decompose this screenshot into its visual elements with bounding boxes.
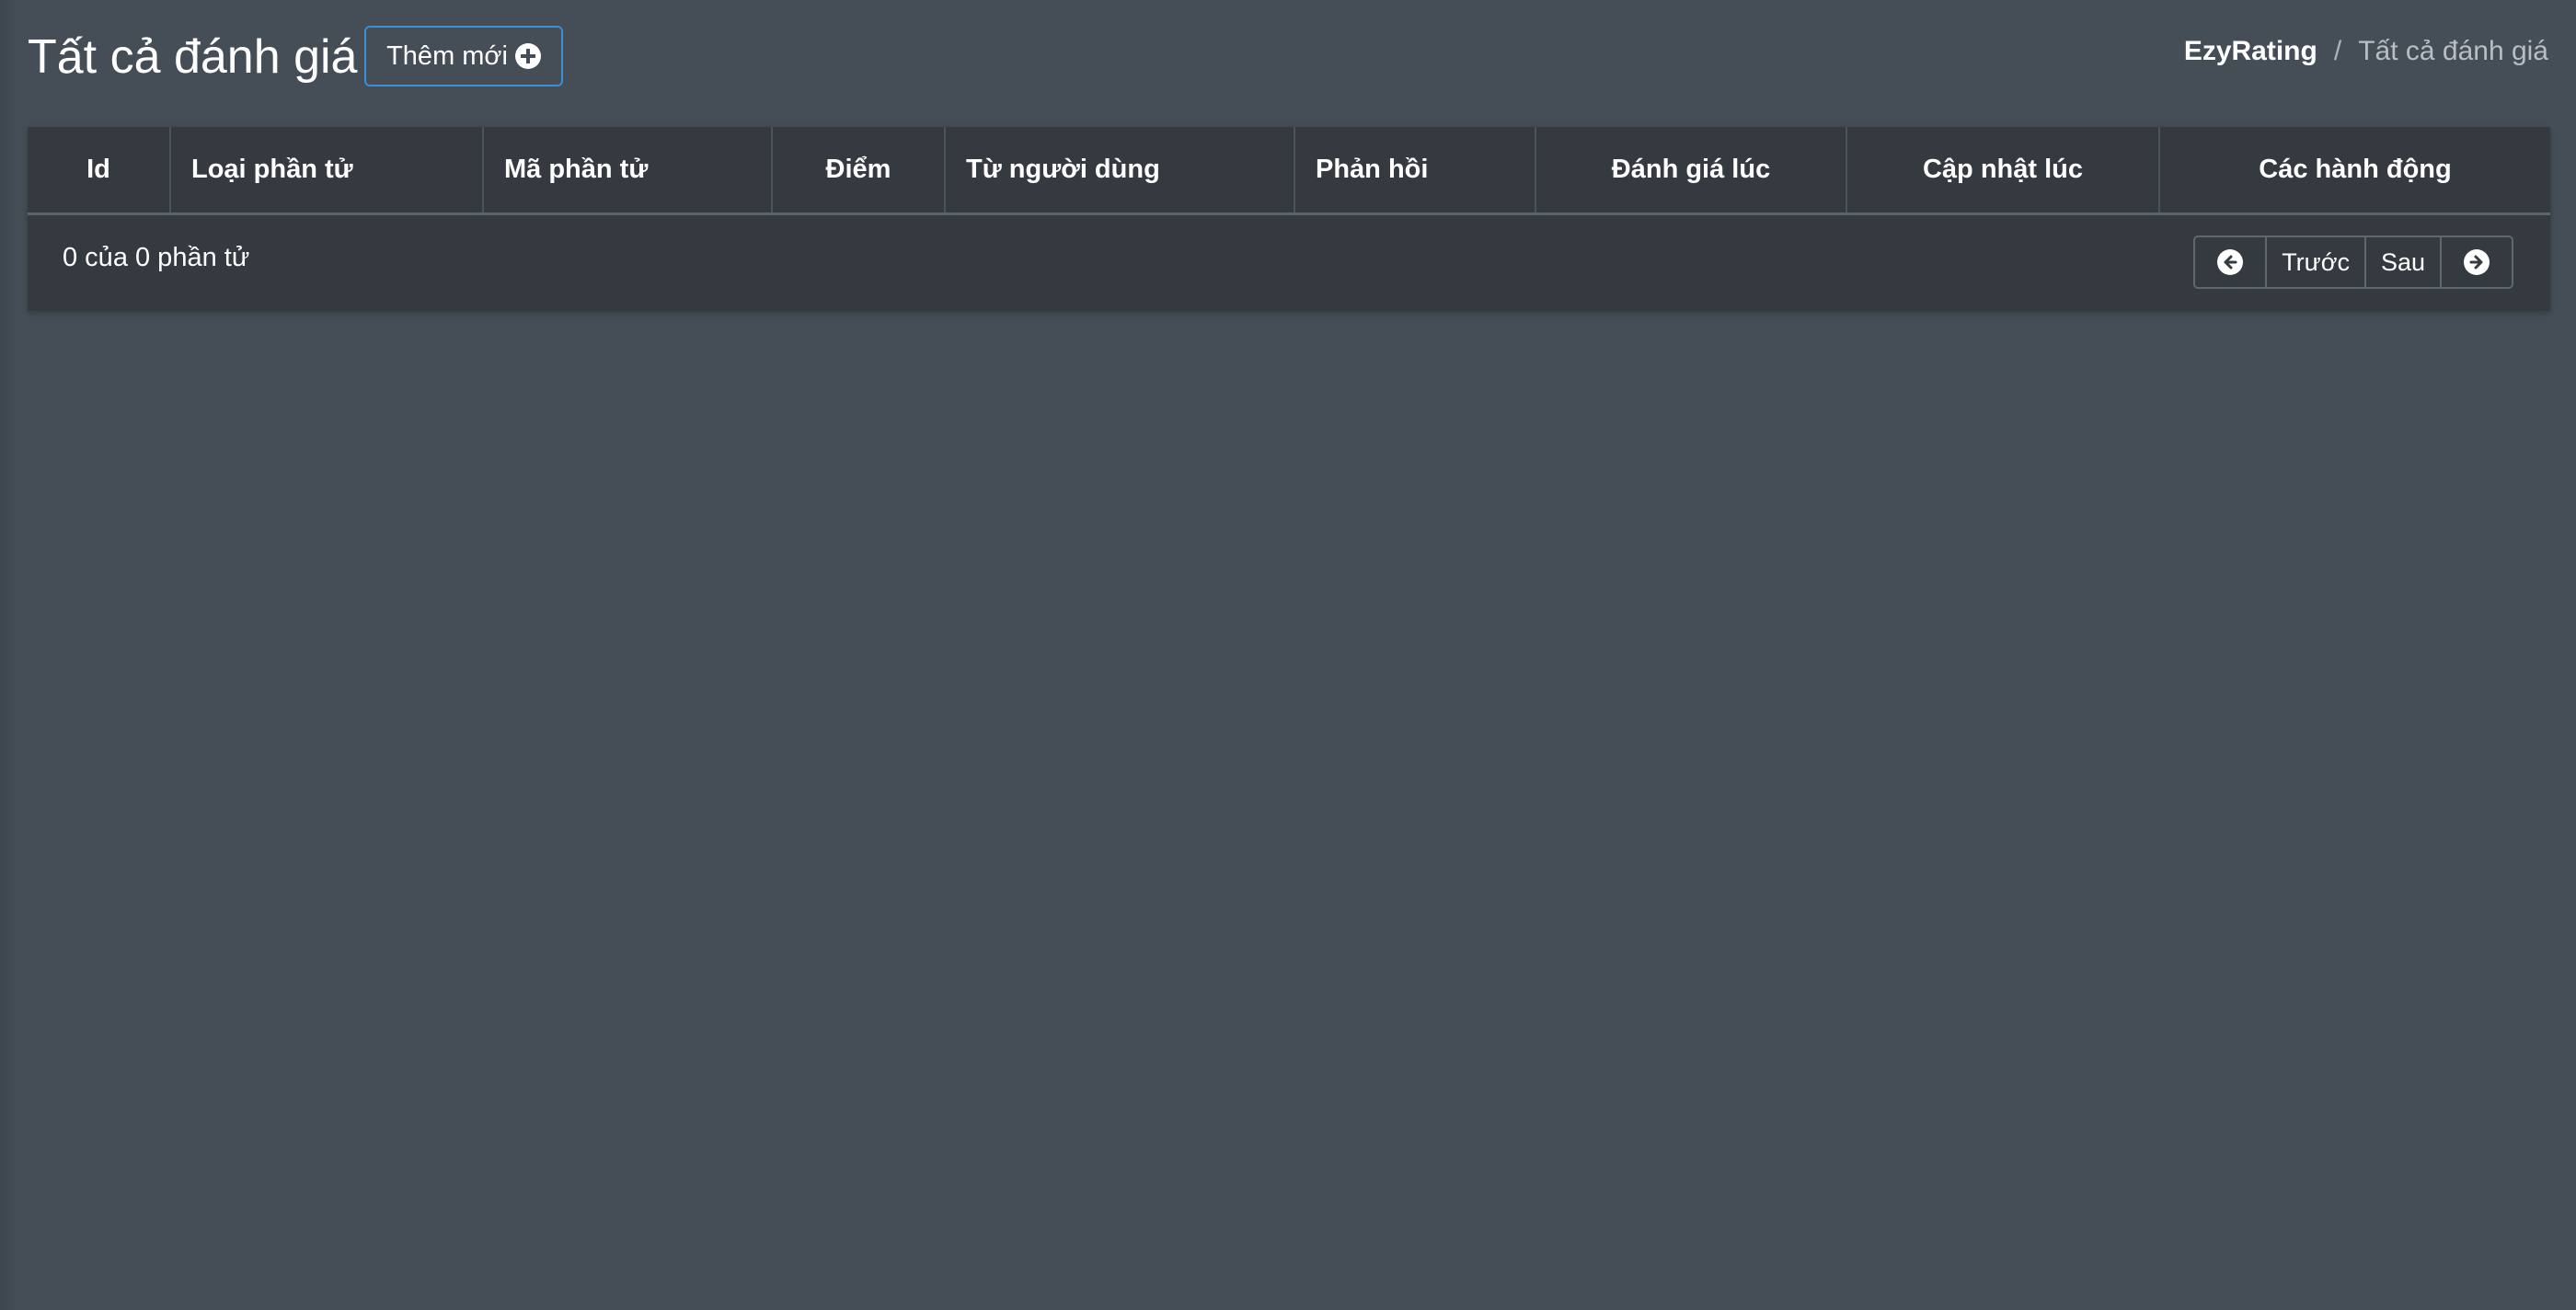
column-header-updated-at[interactable]: Cập nhật lúc <box>1846 127 2160 215</box>
table-header-row: Id Loại phần tử Mã phần tử Điểm Từ người… <box>28 127 2550 215</box>
pagination-prev-button[interactable]: Trước <box>2267 237 2366 287</box>
pagination: Trước Sau <box>2193 236 2513 289</box>
column-header-id[interactable]: Id <box>28 127 171 215</box>
breadcrumb-separator: / <box>2333 36 2342 66</box>
column-header-rated-at[interactable]: Đánh giá lúc <box>1535 127 1847 215</box>
ratings-table: Id Loại phần tử Mã phần tử Điểm Từ người… <box>28 127 2550 215</box>
add-new-button[interactable]: Thêm mới <box>364 26 563 86</box>
page: Tất cả đánh giá Thêm mới EzyRating / Tất… <box>0 0 2576 1310</box>
breadcrumb: EzyRating / Tất cả đánh giá <box>2184 33 2548 70</box>
table-footer: 0 của 0 phần tử Trước Sau <box>28 215 2550 311</box>
column-header-feedback[interactable]: Phản hồi <box>1294 127 1536 215</box>
pagination-next-button[interactable]: Sau <box>2366 237 2442 287</box>
column-header-actions[interactable]: Các hành động <box>2159 127 2550 215</box>
plus-circle-icon <box>514 43 541 69</box>
arrow-left-circle-icon <box>2217 249 2244 275</box>
column-header-item-type[interactable]: Loại phần tử <box>170 127 484 215</box>
breadcrumb-current: Tất cả đánh giá <box>2358 36 2548 66</box>
breadcrumb-root-link[interactable]: EzyRating <box>2184 33 2317 70</box>
column-header-score[interactable]: Điểm <box>772 127 946 215</box>
record-count: 0 của 0 phần tử <box>63 243 250 272</box>
pagination-prev-icon-button[interactable] <box>2195 237 2268 287</box>
pagination-next-icon-button[interactable] <box>2442 237 2512 287</box>
ratings-table-card: Id Loại phần tử Mã phần tử Điểm Từ người… <box>28 127 2550 311</box>
page-header: Tất cả đánh giá Thêm mới EzyRating / Tất… <box>28 26 2548 90</box>
column-header-item-code[interactable]: Mã phần tử <box>483 127 773 215</box>
add-new-button-label: Thêm mới <box>386 40 508 71</box>
page-title: Tất cả đánh giá <box>28 30 358 84</box>
column-header-from-user[interactable]: Từ người dùng <box>945 127 1295 215</box>
arrow-right-circle-icon <box>2464 249 2490 275</box>
